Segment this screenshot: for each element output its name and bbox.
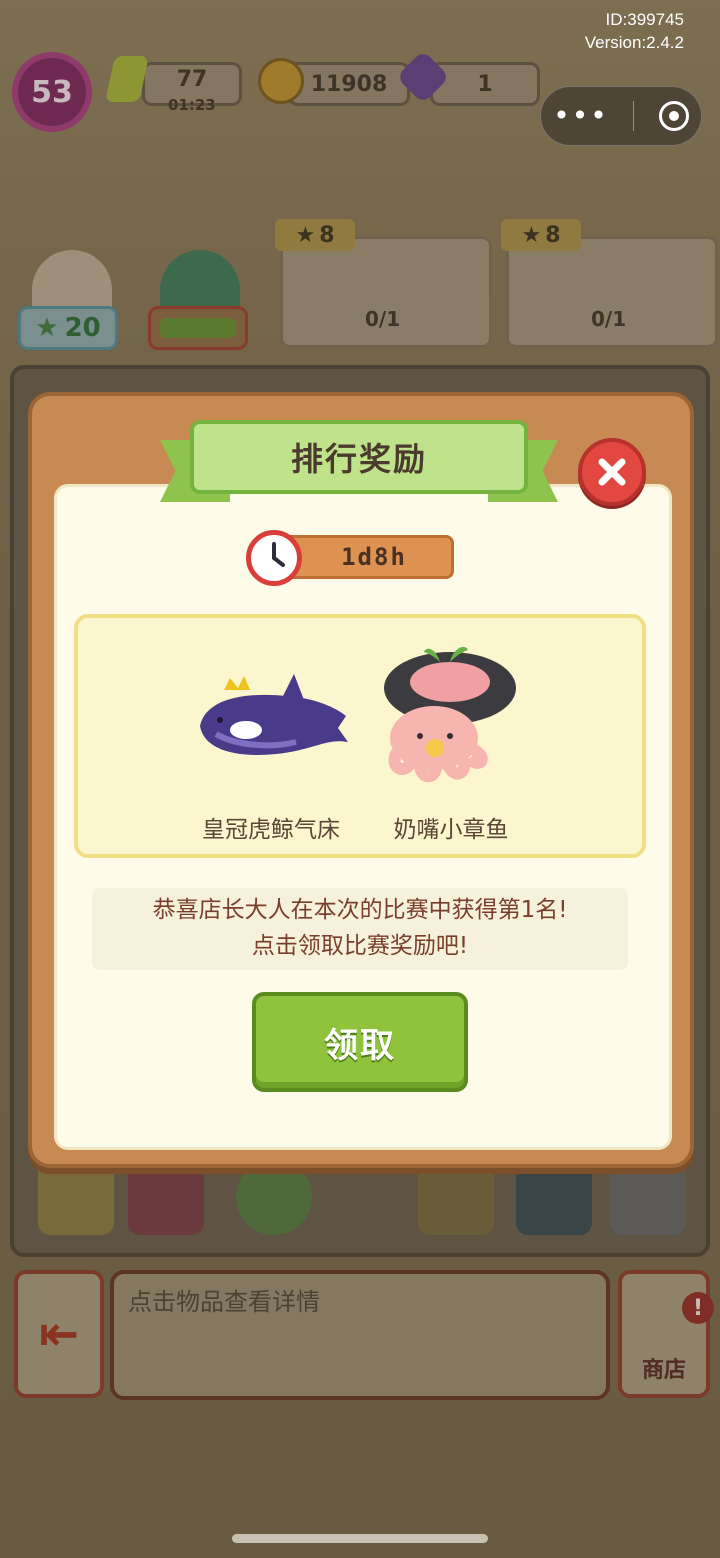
claim-reward-button[interactable]: 领取 (252, 992, 468, 1092)
coin-counter[interactable]: 11908 (288, 62, 410, 106)
reward-item-name: 奶嘴小章鱼 (393, 817, 509, 843)
user-id-text: ID:399745 (605, 10, 684, 29)
exit-door-icon: ⇤ (38, 1306, 80, 1362)
shop-alert-badge: ! (682, 1292, 714, 1324)
close-icon (598, 458, 626, 486)
close-button[interactable] (578, 438, 646, 506)
countdown-value: 1d8h (341, 543, 407, 571)
build-info: ID:399745 Version:2.4.2 (585, 8, 684, 54)
congrats-line-1: 恭喜店长大人在本次的比赛中获得第1名! (152, 897, 568, 923)
crowned-orca-float-icon (186, 638, 356, 788)
home-indicator (232, 1534, 488, 1543)
order-reward-stars: ★ 8 (501, 219, 581, 251)
order-stars-value: 8 (319, 222, 335, 248)
pacifier-octopus-icon (366, 638, 536, 788)
item-detail-box: 点击物品查看详情 (110, 1270, 610, 1400)
npc-badge-value: 20 (64, 313, 101, 343)
coin-icon (258, 58, 304, 104)
energy-value: 77 (176, 66, 208, 92)
order-progress: 0/1 (591, 307, 627, 331)
reward-item[interactable]: 奶嘴小章鱼 (366, 638, 536, 844)
clock-icon (246, 530, 302, 586)
order-progress: 0/1 (365, 307, 401, 331)
dumbbell-item[interactable] (610, 1159, 686, 1235)
modal-title-ribbon: 排行奖励 (190, 420, 528, 494)
npc-progress-fill (160, 318, 236, 338)
order-stars-value: 8 (545, 222, 561, 248)
shop-label: 商店 (641, 1358, 686, 1383)
gem-value: 1 (477, 71, 493, 97)
coin-value: 11908 (310, 71, 388, 97)
version-text: Version:2.4.2 (584, 33, 684, 52)
shop-button[interactable]: 商店 ! (618, 1270, 714, 1398)
close-miniprogram-icon[interactable] (658, 101, 689, 131)
capsule-divider (633, 101, 635, 131)
miniprogram-capsule: ••• (540, 86, 702, 146)
gem-counter[interactable]: 1 (430, 62, 540, 106)
energy-timer: 01:23 (168, 96, 216, 114)
exit-button[interactable]: ⇤ (14, 1270, 104, 1398)
jump-rope-item[interactable] (418, 1159, 494, 1235)
modal-title: 排行奖励 (290, 440, 427, 478)
reward-items-panel: 皇冠虎鲸气床 奶嘴小章鱼 (74, 614, 646, 858)
congrats-message: 恭喜店长大人在本次的比赛中获得第1名! 点击领取比赛奖励吧! (92, 888, 628, 970)
item-detail-placeholder: 点击物品查看详情 (128, 1289, 320, 1316)
lime-item[interactable] (236, 1159, 312, 1235)
congrats-line-2: 点击领取比赛奖励吧! (251, 933, 469, 959)
reward-item-name: 皇冠虎鲸气床 (202, 817, 340, 843)
star-icon: ★ (521, 222, 542, 248)
order-reward-stars: ★ 8 (275, 219, 355, 251)
order-card[interactable]: ★ 8 0/1 (275, 219, 492, 348)
npc-star-badge: ★ 20 (18, 306, 118, 350)
star-icon: ★ (35, 313, 59, 343)
npc-progress-bar (148, 306, 248, 350)
player-level-badge[interactable]: 53 (12, 52, 92, 132)
reward-item[interactable]: 皇冠虎鲸气床 (186, 638, 356, 844)
claim-label: 领取 (324, 1025, 396, 1066)
star-icon: ★ (295, 222, 316, 248)
bottom-bar: ⇤ 点击物品查看详情 商店 ! (10, 1270, 714, 1405)
dice-item[interactable] (128, 1159, 204, 1235)
coin-stack-item[interactable] (38, 1159, 114, 1235)
order-card[interactable]: ★ 8 0/1 (501, 219, 718, 348)
ab-roller-item[interactable] (516, 1159, 592, 1235)
more-options-icon[interactable]: ••• (553, 102, 609, 130)
